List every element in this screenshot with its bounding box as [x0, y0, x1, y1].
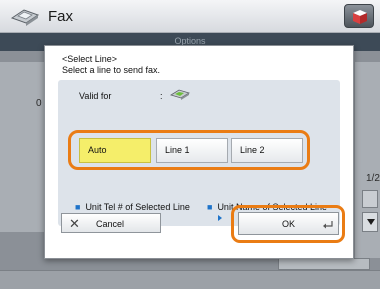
fax-icon: [10, 9, 40, 26]
dialog-instruction: Select a line to send fax.: [62, 65, 161, 75]
enter-icon: [323, 221, 333, 229]
status-footer: [0, 270, 380, 289]
cancel-label: Cancel: [96, 219, 125, 229]
app-title: Fax: [48, 8, 74, 25]
info-tel-label: Unit Tel # of Selected Line: [85, 202, 190, 212]
bullet-icon: ■: [207, 202, 213, 212]
background-left-card: [0, 62, 46, 232]
line-2-label: Line 2: [240, 145, 265, 155]
valid-for-separator: :: [160, 91, 163, 101]
cancel-button[interactable]: ✕ Cancel: [61, 213, 161, 233]
box-icon: [353, 10, 367, 24]
background-close-button[interactable]: [278, 258, 370, 270]
close-icon: ✕: [69, 216, 80, 231]
line-auto-button[interactable]: Auto: [79, 138, 151, 163]
bullet-icon: ■: [75, 202, 81, 212]
fax-function-icon: [170, 89, 190, 100]
ok-button[interactable]: OK: [238, 212, 339, 235]
info-name-arrow-icon: [218, 215, 222, 221]
scroll-up-button[interactable]: [362, 190, 378, 208]
line-2-button[interactable]: Line 2: [231, 138, 303, 163]
line-1-label: Line 1: [165, 145, 190, 155]
dialog-title: <Select Line> Select a line to send fax.: [62, 54, 160, 76]
info-tel: ■ Unit Tel # of Selected Line: [75, 202, 190, 212]
top-right-button[interactable]: [344, 4, 374, 28]
line-auto-label: Auto: [88, 145, 107, 155]
valid-for-label: Valid for: [79, 91, 112, 101]
title-bar: Fax: [0, 0, 380, 33]
line-selection-group: Auto Line 1 Line 2: [68, 130, 310, 170]
line-1-button[interactable]: Line 1: [156, 138, 228, 163]
page-indicator: 1/2: [366, 173, 380, 184]
dialog-heading: <Select Line>: [62, 54, 118, 64]
background-left-fragment: 0: [36, 98, 42, 109]
scroll-down-button[interactable]: [362, 212, 378, 232]
